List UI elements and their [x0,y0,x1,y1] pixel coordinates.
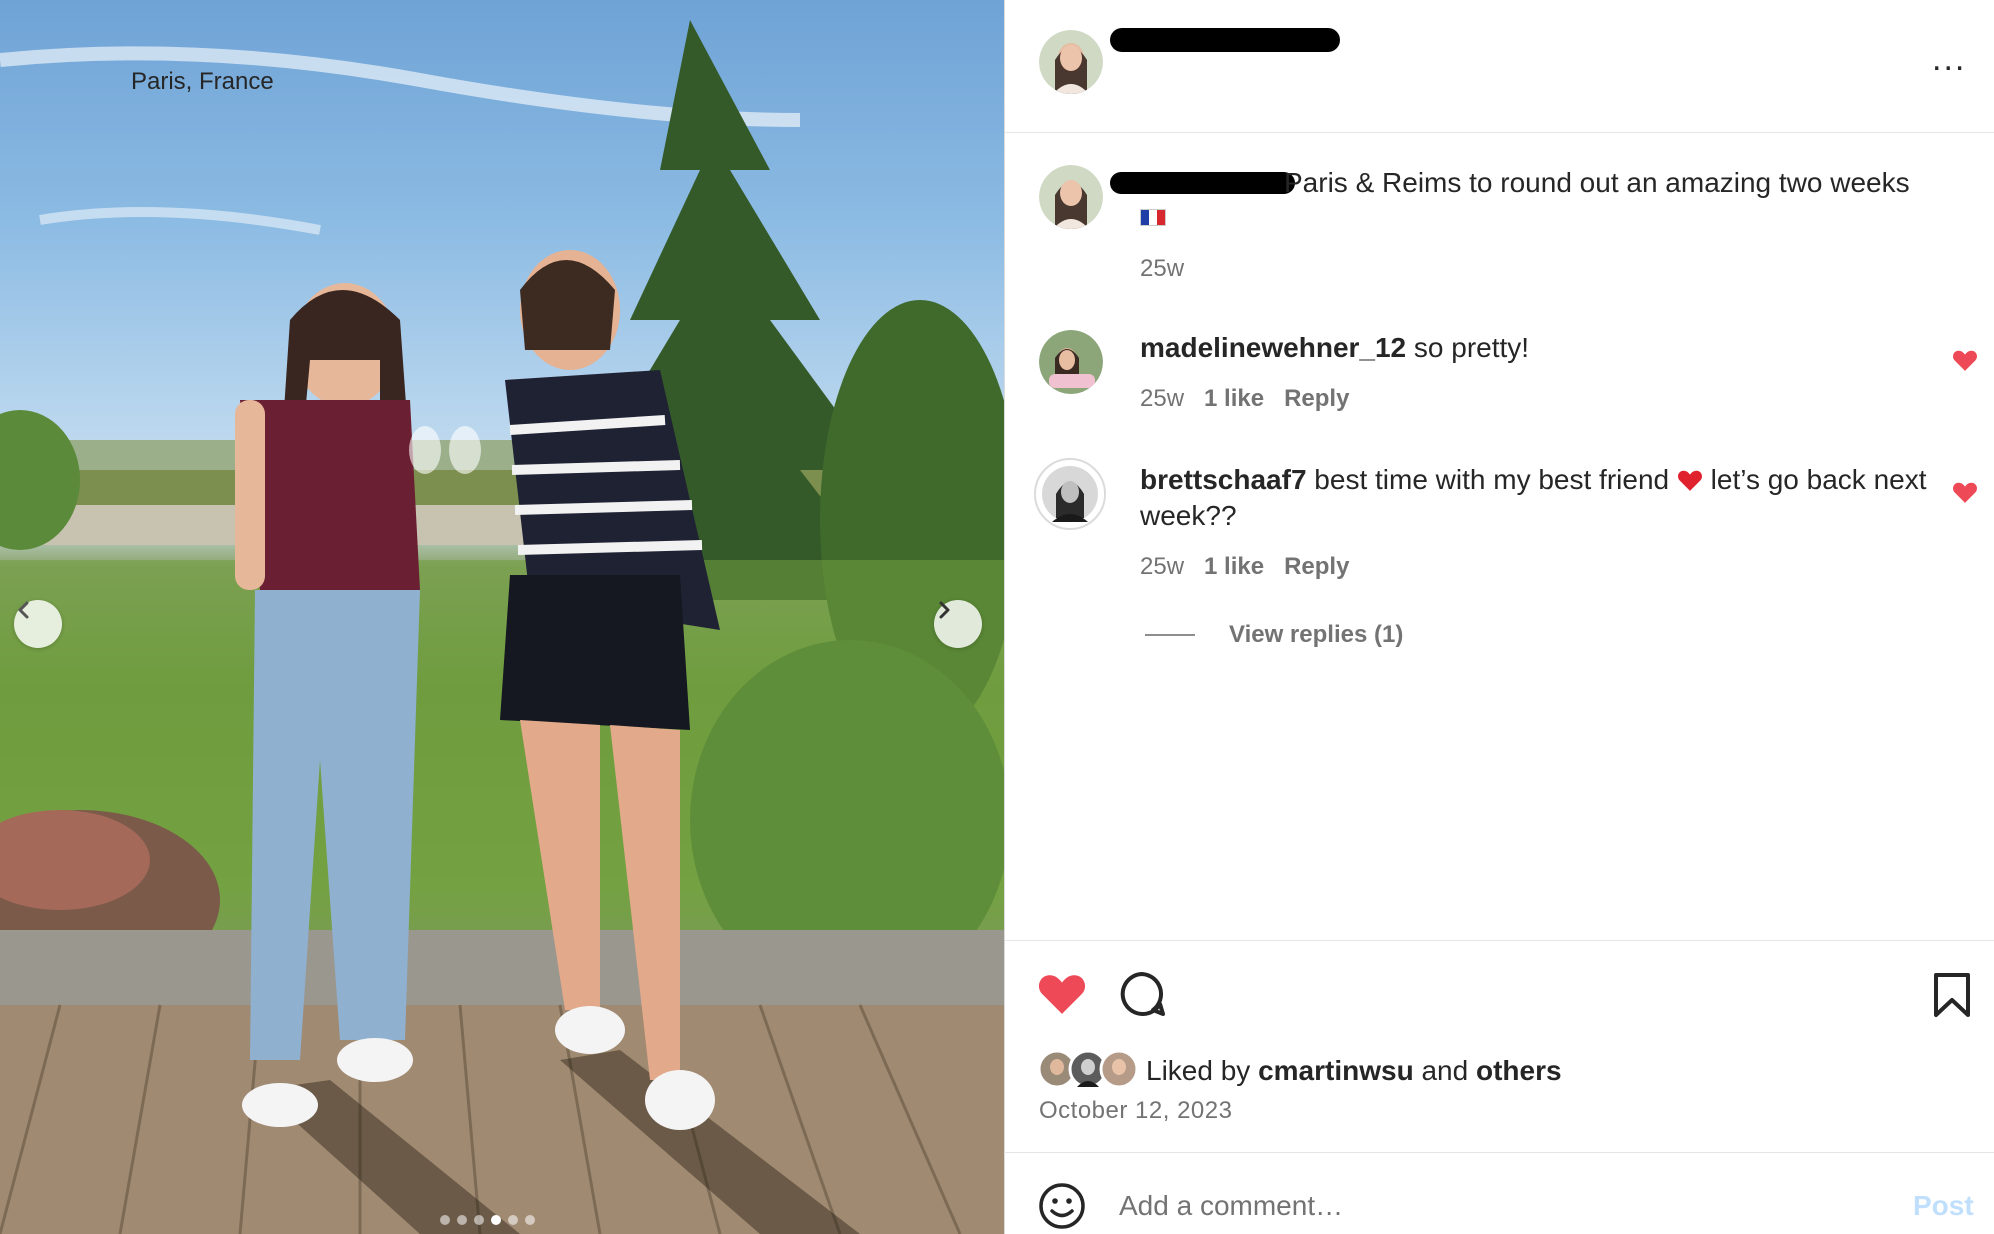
like-heart-icon[interactable] [1037,970,1087,1016]
author-avatar[interactable] [1039,30,1103,94]
red-heart-emoji-icon [1677,470,1702,491]
liked-by-prefix: Liked by [1146,1055,1259,1086]
carousel-next-button[interactable] [934,600,982,648]
france-flag-emoji [1140,209,1166,226]
comment-username[interactable]: brettschaaf7 [1140,464,1307,495]
commenter-avatar[interactable] [1039,330,1103,394]
comment: brettschaaf7 best time with my best frie… [1140,462,1930,534]
post-header [1005,0,1994,133]
replies-divider-line [1145,634,1195,636]
liked-by-and: and [1413,1055,1476,1086]
carousel-prev-button[interactable] [14,600,62,648]
commenter-avatar[interactable] [1034,458,1106,530]
liked-by-others[interactable]: others [1476,1055,1562,1086]
photo-scene [0,20,1004,1234]
carousel-dot [440,1215,450,1225]
liked-by-username[interactable]: cmartinwsu [1258,1055,1414,1086]
caption-age[interactable]: 25w [1140,255,1184,283]
comment-age[interactable]: 25w [1140,553,1184,580]
comment: madelinewehner_12 so pretty! [1140,330,1930,366]
comment-text: best time with my best friend [1306,464,1677,495]
carousel-dot [457,1215,467,1225]
emoji-icon[interactable] [1037,1181,1087,1231]
post-button[interactable]: Post [1913,1190,1974,1222]
carousel-dot [474,1215,484,1225]
comment-likes[interactable]: 1 like [1204,553,1264,580]
caption-author-avatar[interactable] [1039,165,1103,229]
comment-username[interactable]: madelinewehner_12 [1140,332,1406,363]
carousel-dot [525,1215,535,1225]
actions-divider [1005,940,1994,941]
view-replies-label: View replies (1) [1229,621,1404,648]
comment-liked-heart-icon[interactable] [1952,480,1978,504]
redacted-caption-username [1110,172,1295,194]
comment-input[interactable]: Add a comment… [1119,1190,1343,1222]
chevron-right-icon [939,601,950,619]
comment-text: so pretty! [1406,332,1530,363]
comment-icon[interactable] [1118,970,1166,1018]
reply-button[interactable]: Reply [1284,553,1349,580]
view-replies-button[interactable]: View replies (1) [1145,621,1403,649]
post-caption: Paris & Reims to round out an amazing tw… [1284,167,1910,198]
comment-likes[interactable]: 1 like [1204,385,1264,412]
post-date[interactable]: October 12, 2023 [1039,1097,1232,1125]
reply-button[interactable]: Reply [1284,385,1349,412]
comment-meta: 25w 1 like Reply [1140,553,1349,581]
bookmark-icon[interactable] [1932,972,1972,1018]
carousel-dot [508,1215,518,1225]
chevron-left-icon [18,601,29,619]
carousel-dot-active [491,1215,501,1225]
post-photo[interactable] [0,0,1004,1234]
comment-age[interactable]: 25w [1140,385,1184,412]
comment-liked-heart-icon[interactable] [1952,348,1978,372]
liked-by-text: Liked by cmartinwsu and others [1146,1055,1562,1087]
liked-by-avatars[interactable] [1037,1049,1143,1089]
more-icon[interactable]: ... [1932,42,1966,76]
comment-meta: 25w 1 like Reply [1140,385,1349,413]
post-location[interactable]: Paris, France [131,68,274,96]
carousel-indicator [440,1215,535,1225]
redacted-username [1110,28,1340,52]
